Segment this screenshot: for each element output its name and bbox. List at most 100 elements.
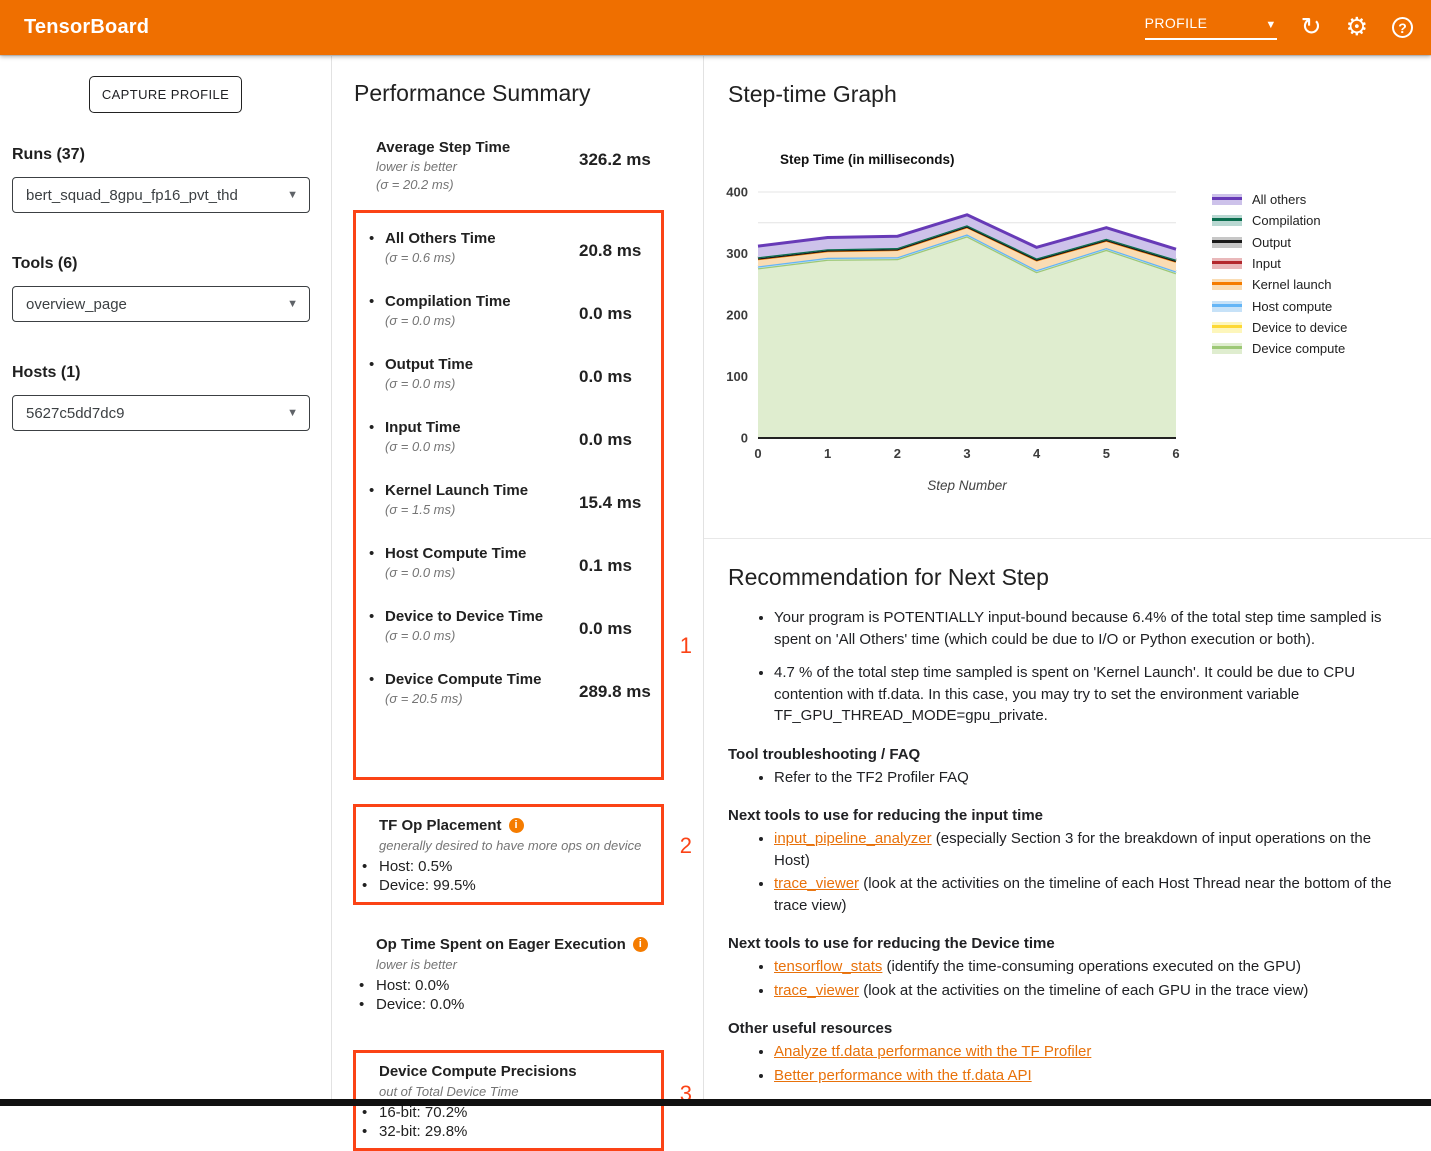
- metric-label: Compilation Time: [385, 293, 579, 311]
- metric-row: •All Others Time(σ = 0.6 ms)20.8 ms: [369, 230, 661, 266]
- runs-select-value: bert_squad_8gpu_fp16_pvt_thd: [26, 187, 238, 204]
- metric-label: Kernel Launch Time: [385, 482, 579, 500]
- metric-sigma: (σ = 0.0 ms): [385, 627, 579, 644]
- metric-row: •Device to Device Time(σ = 0.0 ms)0.0 ms: [369, 608, 661, 644]
- svg-text:200: 200: [726, 308, 748, 323]
- legend-item: Device compute: [1212, 338, 1347, 359]
- legend-label: Device to device: [1252, 320, 1347, 335]
- link[interactable]: tensorflow_stats: [774, 958, 882, 975]
- metric-sigma: (σ = 0.0 ms): [385, 564, 579, 581]
- eager-execution-block: Op Time Spent on Eager Execution i lower…: [376, 935, 703, 1014]
- performance-summary-title: Performance Summary: [354, 80, 703, 107]
- legend-item: Kernel launch: [1212, 274, 1347, 295]
- recommendation-sublist: Analyze tf.data performance with the TF …: [728, 1041, 1405, 1086]
- step-time-graph-title: Step-time Graph: [728, 56, 1431, 108]
- list-item: •Host: 0.5%: [379, 857, 655, 876]
- legend-swatch-icon: [1212, 301, 1242, 312]
- info-icon[interactable]: i: [509, 818, 524, 833]
- metric-sigma: (σ = 1.5 ms): [385, 501, 579, 518]
- performance-summary-panel: Performance Summary Average Step Time lo…: [331, 56, 704, 1106]
- chevron-down-icon: ▼: [287, 407, 298, 419]
- tools-select[interactable]: overview_page ▼: [12, 286, 310, 322]
- svg-text:400: 400: [726, 185, 748, 200]
- svg-text:0: 0: [754, 446, 761, 461]
- eager-execution-title: Op Time Spent on Eager Execution: [376, 935, 626, 954]
- recommendation-subheading: Next tools to use for reducing the Devic…: [728, 935, 1405, 952]
- hosts-select[interactable]: 5627c5dd7dc9 ▼: [12, 395, 310, 431]
- refresh-icon[interactable]: ↻: [1301, 15, 1322, 40]
- link[interactable]: trace_viewer: [774, 982, 859, 999]
- svg-text:2: 2: [894, 446, 901, 461]
- legend-item: Input: [1212, 253, 1347, 274]
- svg-text:4: 4: [1033, 446, 1041, 461]
- average-step-time-note: lower is better: [376, 158, 579, 175]
- recommendation-title: Recommendation for Next Step: [728, 564, 1405, 591]
- app-title: TensorBoard: [24, 16, 149, 39]
- legend-label: Input: [1252, 256, 1281, 271]
- runs-select[interactable]: bert_squad_8gpu_fp16_pvt_thd ▼: [12, 177, 310, 213]
- bullet: •: [369, 356, 385, 392]
- chart-legend: All others Compilation Output Input Kernel l…: [1212, 189, 1347, 359]
- recommendation-bullets: Your program is POTENTIALLY input-bound …: [728, 607, 1405, 727]
- step-time-graph-section: Step-time Graph Step Time (in millisecon…: [704, 56, 1431, 539]
- legend-label: Device compute: [1252, 341, 1345, 356]
- legend-swatch-icon: [1212, 237, 1242, 248]
- runs-label: Runs (37): [12, 146, 331, 164]
- metric-value: 0.0 ms: [579, 367, 632, 392]
- bullet: •: [369, 293, 385, 329]
- recommendation-sublist: tensorflow_stats (identify the time-cons…: [728, 956, 1405, 1001]
- recommendation-item: 4.7 % of the total step time sampled is …: [774, 662, 1405, 727]
- list-item: •32-bit: 29.8%: [379, 1122, 655, 1141]
- capture-profile-button[interactable]: CAPTURE PROFILE: [89, 76, 242, 113]
- recommendation-subheading: Next tools to use for reducing the input…: [728, 807, 1405, 824]
- chart-axis-title: Step Time (in milliseconds): [780, 152, 955, 167]
- link[interactable]: Better performance with the tf.data API: [774, 1067, 1032, 1084]
- dashboard-selector[interactable]: PROFILE ▼: [1145, 15, 1277, 40]
- svg-text:6: 6: [1172, 446, 1179, 461]
- help-icon[interactable]: ?: [1392, 17, 1413, 38]
- bottom-edge-bar: [0, 1099, 1431, 1106]
- legend-swatch-icon: [1212, 322, 1242, 333]
- header-actions: PROFILE ▼ ↻ ⚙ ?: [1145, 15, 1413, 40]
- link[interactable]: trace_viewer: [774, 875, 859, 892]
- recommendation-item: Analyze tf.data performance with the TF …: [774, 1041, 1405, 1063]
- text: (identify the time-consuming operations …: [882, 958, 1301, 975]
- device-compute-precisions-items: •16-bit: 70.2%•32-bit: 29.8%: [379, 1103, 655, 1141]
- bullet: •: [369, 419, 385, 455]
- metric-label: Host Compute Time: [385, 545, 579, 563]
- tf-op-placement-title: TF Op Placement: [379, 816, 502, 835]
- bullet: •: [369, 482, 385, 518]
- text: Refer to the TF2 Profiler FAQ: [774, 769, 969, 786]
- metric-row: •Host Compute Time(σ = 0.0 ms)0.1 ms: [369, 545, 661, 581]
- tools-select-value: overview_page: [26, 296, 127, 313]
- eager-execution-items: •Host: 0.0%•Device: 0.0%: [376, 976, 703, 1014]
- link[interactable]: input_pipeline_analyzer: [774, 830, 932, 847]
- text: (look at the activities on the timeline …: [774, 875, 1392, 914]
- gear-icon[interactable]: ⚙: [1346, 15, 1368, 40]
- chevron-down-icon: ▼: [287, 298, 298, 310]
- tf-op-placement-note: generally desired to have more ops on de…: [379, 837, 655, 854]
- metric-value: 15.4 ms: [579, 493, 641, 518]
- recommendation-sublist: Refer to the TF2 Profiler FAQ: [728, 767, 1405, 789]
- legend-item: Host compute: [1212, 295, 1347, 316]
- text: 4.7 % of the total step time sampled is …: [774, 664, 1355, 724]
- svg-text:100: 100: [726, 369, 748, 384]
- bullet: •: [369, 671, 385, 707]
- average-step-time-label: Average Step Time: [376, 139, 579, 157]
- legend-label: All others: [1252, 192, 1306, 207]
- link[interactable]: Analyze tf.data performance with the TF …: [774, 1043, 1091, 1060]
- legend-item: Compilation: [1212, 210, 1347, 231]
- metric-row: •Input Time(σ = 0.0 ms)0.0 ms: [369, 419, 661, 455]
- annotation-number-1: 1: [680, 633, 692, 659]
- legend-label: Output: [1252, 235, 1291, 250]
- legend-swatch-icon: [1212, 279, 1242, 290]
- chevron-down-icon: ▼: [287, 189, 298, 201]
- recommendation-item: tensorflow_stats (identify the time-cons…: [774, 956, 1405, 978]
- metric-value: 289.8 ms: [579, 682, 651, 707]
- recommendation-subheading: Other useful resources: [728, 1020, 1405, 1037]
- bullet: •: [369, 608, 385, 644]
- info-icon[interactable]: i: [633, 937, 648, 952]
- metric-value: 0.1 ms: [579, 556, 632, 581]
- page-content: CAPTURE PROFILE Runs (37) bert_squad_8gp…: [0, 55, 1431, 1106]
- svg-text:Step Number: Step Number: [927, 478, 1007, 493]
